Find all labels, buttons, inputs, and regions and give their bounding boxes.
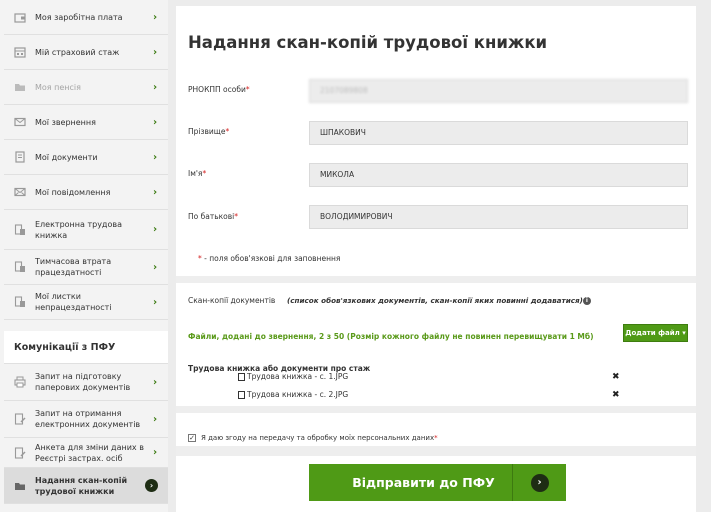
file-icon	[238, 390, 245, 399]
main-panel: Надання скан-копій трудової книжки РНОКП…	[176, 6, 696, 512]
mail-icon	[13, 186, 26, 199]
remove-file-icon[interactable]: ✖	[612, 390, 620, 400]
sidebar-item-electronic-workbook[interactable]: Електронна трудова книжка ›	[4, 210, 168, 250]
document-icon	[13, 151, 26, 164]
files-count-note: Файли, додані до звернення, 2 з 50 (Розм…	[188, 332, 594, 341]
workbook-icon	[13, 223, 26, 236]
chevron-right-icon: ›	[152, 116, 158, 128]
chevron-circle-icon: ›	[145, 479, 158, 492]
patronymic-label: По батькові*	[188, 212, 238, 221]
sidebar-item-salary[interactable]: Моя заробітна плата ›	[4, 0, 168, 35]
scan-copies-hint: (список обов'язкових документів, скан-ко…	[287, 296, 591, 305]
sidebar-item-paper-docs-request[interactable]: Запит на підготовку паперових документів…	[4, 364, 168, 401]
chevron-right-icon: ›	[152, 151, 158, 163]
section-title-communications: Комунікації з ПФУ	[4, 331, 168, 364]
chevron-right-icon: ›	[152, 186, 158, 198]
file-item[interactable]: Трудова книжка - с. 2.JPG	[238, 390, 348, 399]
wallet-icon	[13, 11, 26, 24]
chevron-right-icon: ›	[152, 46, 158, 58]
edit-document-icon	[13, 413, 26, 426]
surname-label: Прізвище*	[188, 127, 230, 136]
required-note: * - поля обов'язкові для заповнення	[198, 254, 341, 263]
form-edit-icon	[13, 446, 26, 459]
divider-band	[176, 276, 696, 283]
folder-icon	[13, 81, 26, 94]
rnokpp-label: РНОКПП особи*	[188, 85, 250, 94]
envelope-icon	[13, 116, 26, 129]
consent-row[interactable]: ✓ Я даю згоду на передачу та обробку мої…	[188, 434, 438, 442]
chevron-right-icon: ›	[152, 11, 158, 23]
scan-copies-label: Скан-копії документів	[188, 296, 276, 305]
chevron-right-icon: ›	[152, 296, 158, 308]
first-name-field[interactable]: МИКОЛА	[309, 163, 688, 187]
chevron-right-icon: ›	[152, 81, 158, 93]
sidebar: Моя заробітна плата › Мій страховий стаж…	[0, 0, 168, 512]
sidebar-item-workbook-scans[interactable]: Надання скан-копій трудової книжки ›	[4, 468, 168, 504]
file-item[interactable]: Трудова книжка - с. 1.JPG	[238, 372, 348, 381]
surname-field[interactable]: ШПАКОВИЧ	[309, 121, 688, 145]
sick-sheet-icon	[13, 296, 26, 309]
sidebar-item-notifications[interactable]: Мої повідомлення ›	[4, 175, 168, 210]
arrow-right-icon: ›	[530, 473, 549, 492]
chevron-right-icon: ›	[152, 376, 158, 388]
sidebar-item-requests[interactable]: Мої звернення ›	[4, 105, 168, 140]
chevron-right-icon: ›	[152, 224, 158, 235]
sidebar-item-sick-sheets[interactable]: Мої листки непрацездатності ›	[4, 285, 168, 320]
file-icon	[238, 372, 245, 381]
divider-band	[176, 406, 696, 413]
chevron-right-icon: ›	[152, 447, 158, 458]
remove-file-icon[interactable]: ✖	[612, 372, 620, 382]
sick-leave-icon	[13, 261, 26, 274]
scan-icon	[13, 479, 26, 492]
page-title: Надання скан-копій трудової книжки	[188, 33, 548, 52]
sidebar-item-insurance-experience[interactable]: Мій страховий стаж ›	[4, 35, 168, 70]
chevron-right-icon: ›	[152, 413, 158, 425]
first-name-label: Ім'я*	[188, 169, 207, 178]
printer-icon	[13, 376, 26, 389]
add-file-button[interactable]: Додати файл ▾	[623, 324, 688, 342]
info-icon[interactable]: i	[582, 297, 591, 305]
sidebar-item-registry-change-form[interactable]: Анкета для зміни даних в Реєстрі застрах…	[4, 438, 168, 468]
sidebar-item-pension[interactable]: Моя пенсія ›	[4, 70, 168, 105]
sidebar-item-temporary-disability[interactable]: Тимчасова втрата працездатності ›	[4, 250, 168, 285]
patronymic-field[interactable]: ВОЛОДИМИРОВИЧ	[309, 205, 688, 229]
consent-checkbox[interactable]: ✓	[188, 434, 196, 442]
divider-band	[176, 446, 696, 456]
sidebar-item-documents[interactable]: Мої документи ›	[4, 140, 168, 175]
chevron-right-icon: ›	[152, 261, 158, 273]
submit-button[interactable]: Відправити до ПФУ ›	[309, 464, 566, 501]
sidebar-item-electronic-docs-request[interactable]: Запит на отримання електронних документі…	[4, 401, 168, 438]
calendar-icon	[13, 46, 26, 59]
rnokpp-field[interactable]: 2107089808	[309, 79, 688, 103]
